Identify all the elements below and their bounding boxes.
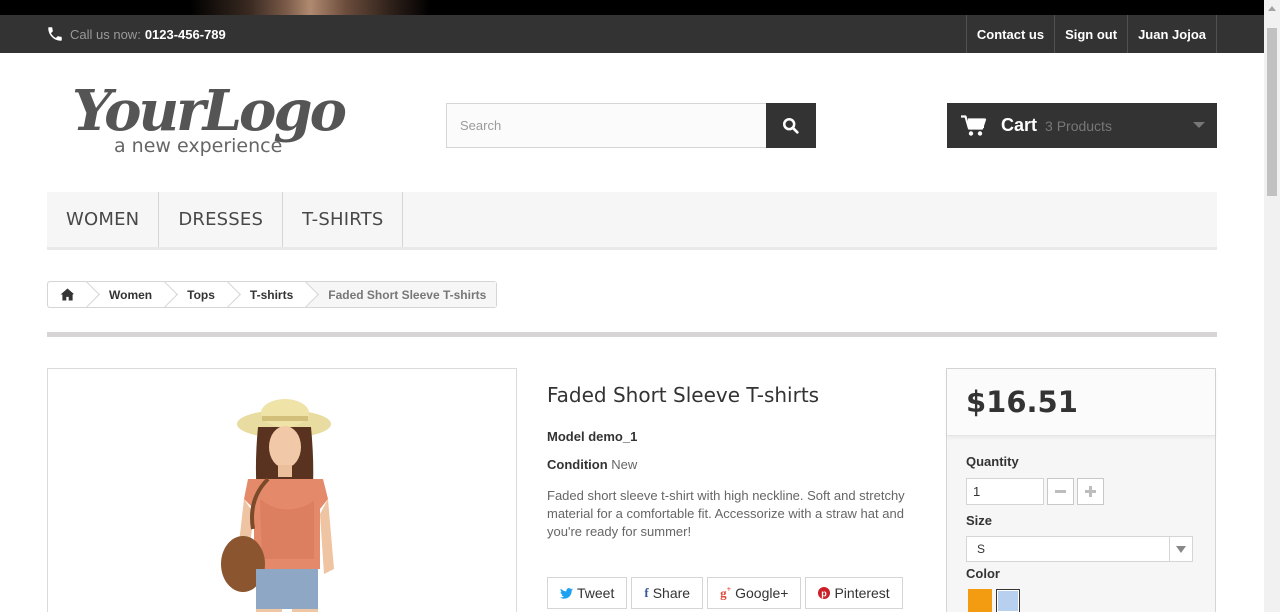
contact-us-link[interactable]: Contact us	[965, 15, 1054, 53]
breadcrumb-home[interactable]	[48, 282, 87, 307]
scroll-up-arrow[interactable]	[1268, 6, 1276, 11]
price-row: $16.51	[947, 369, 1215, 436]
model-label: Model	[547, 429, 585, 444]
chevron-down-icon	[1193, 122, 1205, 128]
menu-item-women[interactable]: Women	[47, 192, 160, 247]
phone-icon	[48, 27, 62, 41]
quantity-decrease-button[interactable]	[1047, 478, 1074, 505]
svg-text:p: p	[822, 589, 828, 599]
account-link[interactable]: Juan Jojoa	[1127, 15, 1217, 53]
chevron-down-icon	[1169, 537, 1192, 561]
product-image[interactable]	[47, 368, 517, 612]
condition-label: Condition	[547, 457, 608, 472]
product-model: Model demo_1	[547, 429, 927, 444]
quantity-input[interactable]	[966, 478, 1044, 505]
sign-out-link[interactable]: Sign out	[1054, 15, 1127, 53]
search-input[interactable]	[446, 103, 767, 148]
menu-item-tshirts[interactable]: T-shirts	[283, 192, 404, 247]
top-nav-bar: Call us now: 0123-456-789 Contact us Sig…	[0, 15, 1264, 53]
size-select[interactable]: S	[966, 536, 1193, 562]
section-divider	[47, 332, 1217, 337]
minus-icon	[1055, 490, 1066, 493]
page: Call us now: 0123-456-789 Contact us Sig…	[0, 0, 1280, 612]
store-logo[interactable]: YourLogo a new experience	[72, 72, 357, 162]
search-icon	[783, 117, 799, 134]
menu-item-dresses[interactable]: Dresses	[159, 192, 284, 247]
tweet-label: Tweet	[577, 585, 615, 601]
plus-icon	[1085, 486, 1096, 497]
cart-title: Cart	[1001, 115, 1038, 135]
product-title: Faded Short Sleeve T-shirts	[547, 383, 820, 407]
top-links: Contact us Sign out Juan Jojoa	[965, 15, 1217, 53]
logo-tagline: a new experience	[114, 135, 282, 157]
pinterest-label: Pinterest	[834, 585, 890, 601]
phone-info: Call us now: 0123-456-789	[46, 15, 226, 53]
phone-number: 0123-456-789	[144, 26, 226, 42]
facebook-icon: f	[644, 585, 649, 600]
breadcrumb-current: Faded Short Sleeve T-shirts	[306, 282, 497, 307]
share-label: Share	[652, 585, 691, 601]
social-share: Tweet f Share g+ Google+ p Pinterest	[547, 577, 903, 609]
color-swatch-blue[interactable]	[996, 589, 1020, 612]
cart-icon	[961, 114, 987, 136]
scrollbar[interactable]	[1264, 0, 1280, 612]
home-icon	[60, 288, 75, 301]
scrollbar-thumb[interactable]	[1267, 28, 1277, 196]
google-plus-icon: g+	[720, 584, 732, 601]
banner-image	[190, 0, 430, 15]
size-value: S	[977, 542, 986, 556]
model-value: demo_1	[588, 429, 638, 444]
search-bar	[446, 103, 816, 148]
pinterest-icon: p	[818, 587, 831, 599]
color-swatch-orange[interactable]	[968, 589, 992, 612]
twitter-icon	[560, 587, 573, 599]
size-label: Size	[966, 513, 993, 528]
search-button[interactable]	[766, 103, 816, 148]
quantity-label: Quantity	[966, 454, 1019, 469]
product-description: Faded short sleeve t-shirt with high nec…	[547, 488, 905, 539]
top-banner[interactable]	[0, 0, 1264, 15]
facebook-share-button[interactable]: f Share	[631, 577, 704, 609]
product-price: $16.51	[966, 385, 1078, 419]
pinterest-button[interactable]: p Pinterest	[805, 577, 903, 609]
cart-button[interactable]: Cart 3 Products	[947, 103, 1217, 148]
google-plus-label: Google+	[735, 585, 789, 601]
quantity-increase-button[interactable]	[1077, 478, 1104, 505]
buy-box: $16.51 Quantity Size S Color	[946, 368, 1216, 612]
cart-count: 3 Products	[1045, 117, 1112, 134]
call-label: Call us now:	[70, 26, 141, 42]
breadcrumb: Women Tops T-shirts Faded Short Sleeve T…	[47, 281, 498, 308]
product-condition: Condition New	[547, 457, 927, 472]
main-menu: Women Dresses T-shirts	[47, 192, 1217, 250]
condition-value: New	[611, 457, 638, 472]
product-info: Faded Short Sleeve T-shirts Model demo_1…	[547, 383, 927, 541]
color-label: Color	[966, 566, 1000, 581]
google-plus-button[interactable]: g+ Google+	[707, 577, 802, 609]
tweet-button[interactable]: Tweet	[547, 577, 628, 609]
product-photo	[48, 369, 516, 612]
